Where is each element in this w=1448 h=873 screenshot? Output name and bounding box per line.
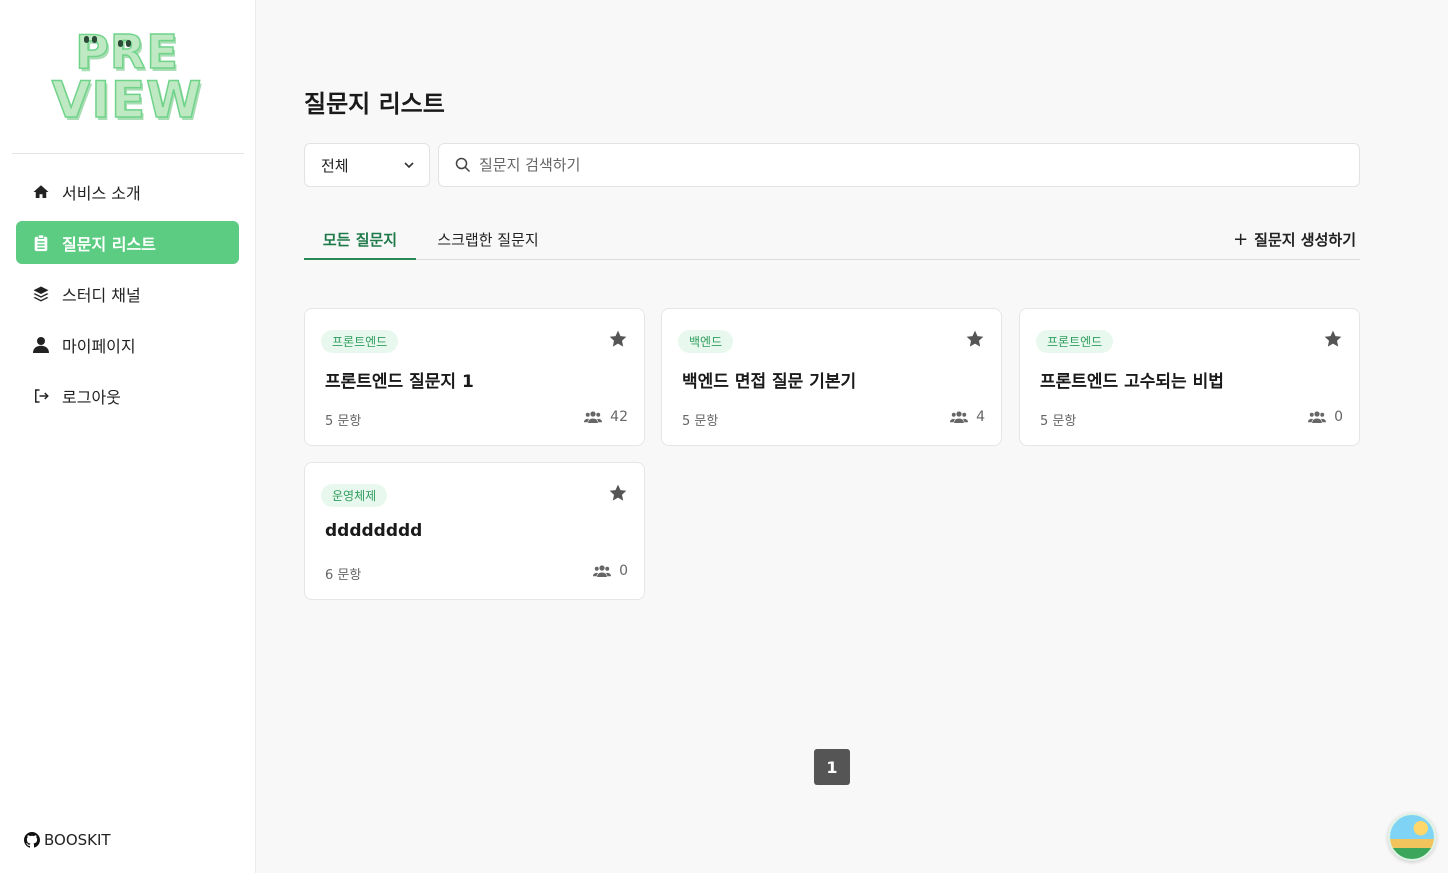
page-title: 질문지 리스트 (304, 90, 445, 118)
user-count-value: 0 (619, 563, 628, 579)
scrap-user-count: 0 (593, 563, 628, 579)
card-title: 백엔드 면접 질문 기본기 (682, 372, 857, 392)
users-icon (584, 411, 603, 423)
sidebar: PRE VIEW 서비스 소개 질문지 리스트 스터디 채널 마이페이지 로그아… (0, 0, 256, 873)
create-question-set-button[interactable]: + 질문지 생성하기 (1233, 220, 1356, 259)
logo-eye-icon (118, 40, 123, 47)
category-badge: 백엔드 (678, 330, 734, 353)
user-count-value: 0 (1334, 409, 1343, 425)
card-title: 프론트엔드 고수되는 비법 (1040, 372, 1224, 392)
github-link[interactable]: BOOSKIT (24, 831, 111, 849)
question-count: 5 문항 (682, 414, 719, 429)
profile-avatar[interactable] (1388, 813, 1436, 861)
home-icon (32, 183, 50, 201)
category-badge: 프론트엔드 (321, 330, 399, 353)
search-icon (455, 157, 471, 173)
tab-scrapped-questions[interactable]: 스크랩한 질문지 (428, 220, 548, 259)
logout-icon (32, 387, 50, 405)
category-filter-select[interactable]: 전체 (304, 143, 430, 187)
search-input[interactable] (479, 156, 1329, 174)
tab-all-questions[interactable]: 모든 질문지 (304, 220, 416, 260)
sidebar-item-label: 스터디 채널 (62, 285, 141, 305)
question-set-card[interactable]: 프론트엔드 프론트엔드 고수되는 비법 5 문항 0 (1019, 308, 1360, 446)
preview-logo[interactable]: PRE VIEW (36, 25, 218, 130)
layers-icon (32, 285, 50, 303)
search-box[interactable] (438, 143, 1360, 187)
sidebar-item-label: 로그아웃 (62, 387, 121, 407)
scrap-user-count: 0 (1308, 409, 1343, 425)
sidebar-divider (12, 153, 244, 154)
category-badge: 프론트엔드 (1036, 330, 1114, 353)
github-label: BOOSKIT (44, 831, 111, 849)
logo-eye-icon (84, 36, 89, 43)
sidebar-item-label: 마이페이지 (62, 336, 136, 356)
question-count: 6 문항 (325, 568, 362, 583)
star-icon[interactable] (1323, 329, 1343, 349)
users-icon (593, 565, 612, 577)
sidebar-item-mypage[interactable]: 마이페이지 (16, 323, 239, 366)
user-icon (32, 336, 50, 354)
sidebar-item-service-intro[interactable]: 서비스 소개 (16, 170, 239, 213)
sidebar-item-logout[interactable]: 로그아웃 (16, 374, 239, 417)
card-title: 프론트엔드 질문지 1 (325, 372, 474, 392)
category-badge: 운영체제 (321, 484, 388, 507)
user-count-value: 42 (610, 409, 628, 425)
logo-eye-icon (126, 40, 131, 47)
chevron-down-icon (404, 162, 414, 169)
clipboard-icon (32, 233, 50, 252)
sidebar-item-study-channel[interactable]: 스터디 채널 (16, 272, 239, 315)
users-icon (1308, 411, 1327, 423)
question-count: 5 문항 (325, 414, 362, 429)
plus-icon: + (1233, 229, 1249, 250)
star-icon[interactable] (608, 483, 628, 503)
scrap-user-count: 4 (950, 409, 985, 425)
sidebar-item-label: 질문지 리스트 (62, 234, 156, 254)
star-icon[interactable] (965, 329, 985, 349)
question-set-card[interactable]: 백엔드 백엔드 면접 질문 기본기 5 문항 4 (661, 308, 1002, 446)
pagination-page-1[interactable]: 1 (814, 749, 850, 785)
users-icon (950, 411, 969, 423)
filter-selected-value: 전체 (321, 156, 349, 175)
sidebar-item-label: 서비스 소개 (62, 183, 141, 203)
tab-bar: 모든 질문지 스크랩한 질문지 + 질문지 생성하기 (304, 220, 1360, 260)
question-set-card[interactable]: 운영체제 dddddddd 6 문항 0 (304, 462, 645, 600)
question-count: 5 문항 (1040, 414, 1077, 429)
question-set-card[interactable]: 프론트엔드 프론트엔드 질문지 1 5 문항 42 (304, 308, 645, 446)
create-question-set-label: 질문지 생성하기 (1254, 231, 1356, 249)
user-count-value: 4 (976, 409, 985, 425)
scrap-user-count: 42 (584, 409, 628, 425)
github-icon (24, 832, 40, 848)
star-icon[interactable] (608, 329, 628, 349)
logo-eye-icon (92, 36, 97, 43)
logo-line2: VIEW (51, 71, 203, 129)
card-title: dddddddd (325, 521, 423, 541)
sidebar-item-question-list[interactable]: 질문지 리스트 (16, 221, 239, 264)
